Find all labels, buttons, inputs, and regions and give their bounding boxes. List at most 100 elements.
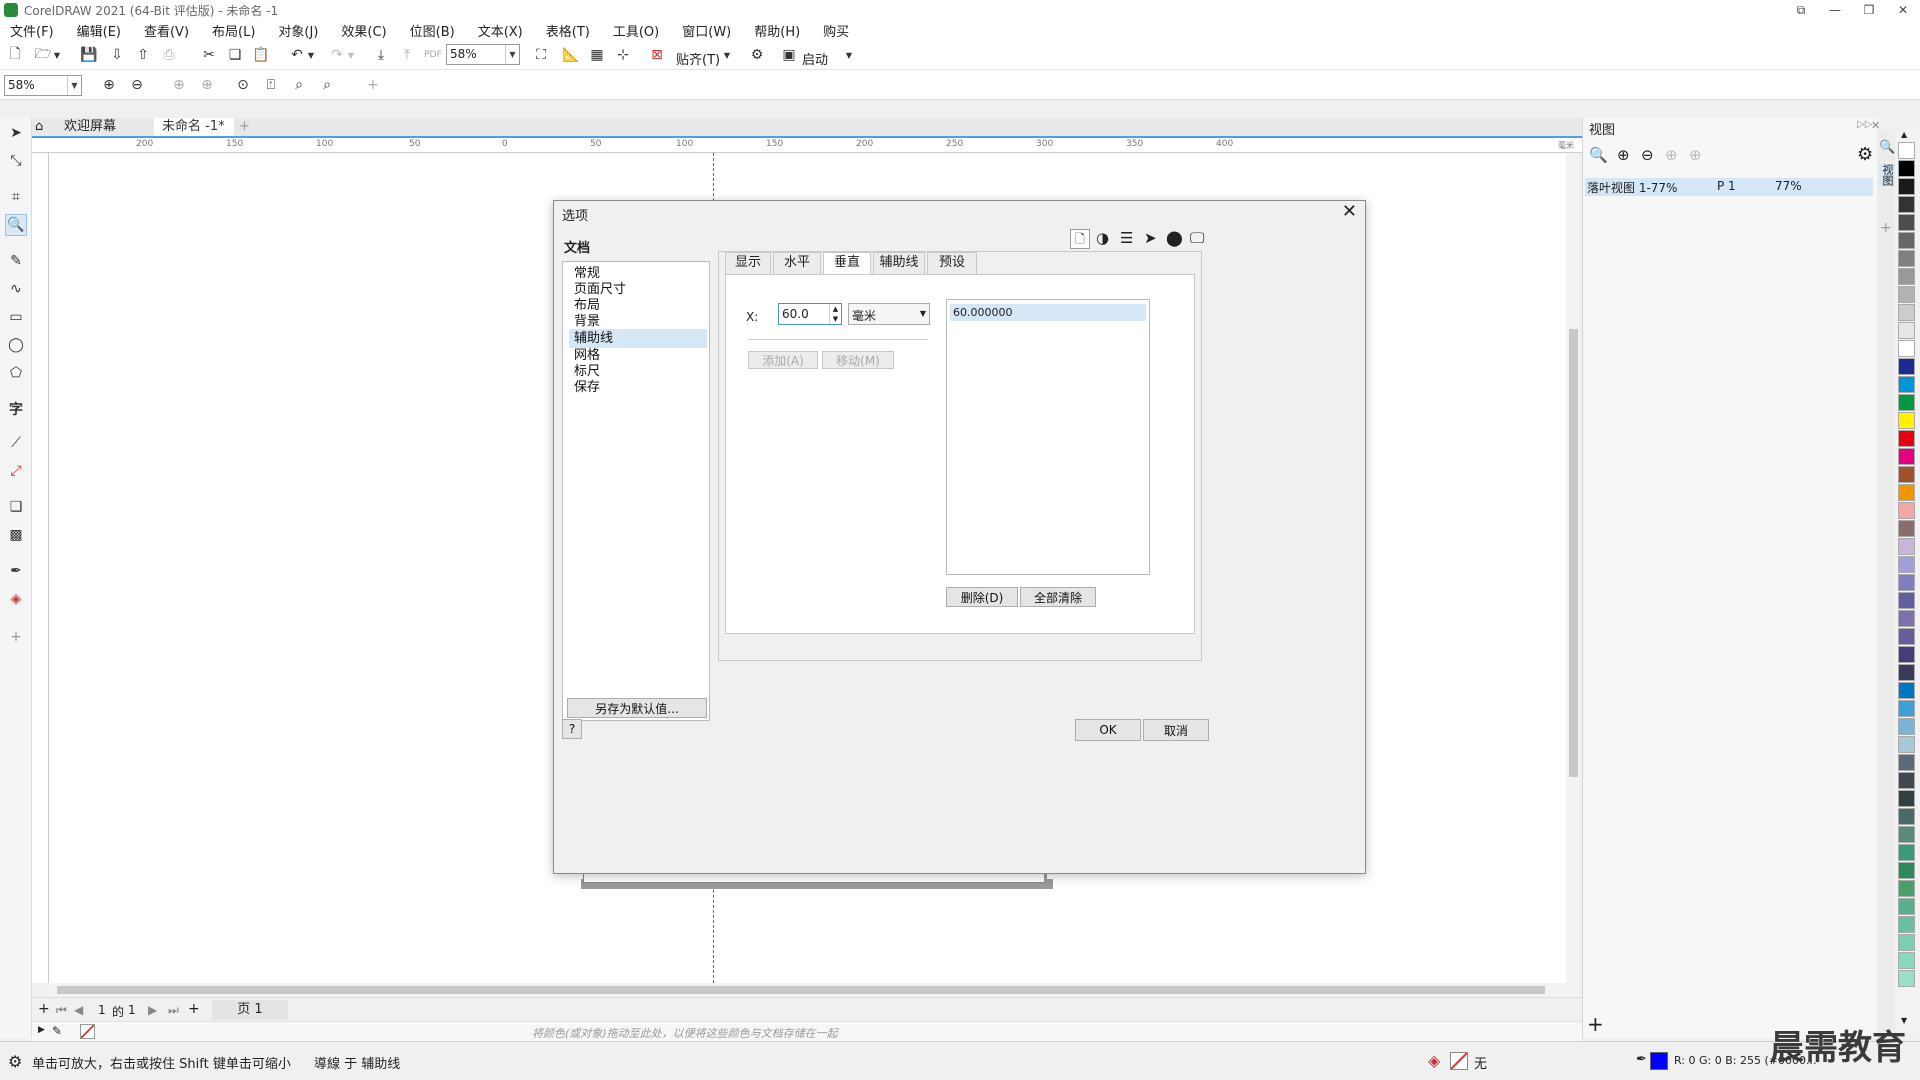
palette-swatch[interactable] [1898,592,1915,609]
save-as-default-button[interactable]: 另存为默认值... [567,698,707,718]
menu-buy[interactable]: 购买 [823,21,849,40]
zoom-page-width-icon[interactable]: ⍐ [260,74,282,96]
palette-swatch[interactable] [1898,484,1915,501]
page-tab[interactable]: 页 1 [212,1000,288,1020]
palette-swatch[interactable] [1898,538,1915,555]
next-page-icon[interactable]: ▶ [148,1003,157,1017]
palette-swatch[interactable] [1898,160,1915,177]
snap-dropdown-icon[interactable]: ▼ [722,44,732,66]
docker-zoom-icon[interactable]: 🔍 [1589,146,1608,164]
open-folder-icon[interactable]: 🗁 [32,44,54,66]
chevron-down-icon[interactable]: ▼ [920,309,926,318]
pdf-icon[interactable]: PDF [422,44,444,66]
menu-help[interactable]: 帮助(H) [754,21,800,40]
tab-vertical[interactable]: 垂直 [823,252,871,275]
zoom-tool-icon[interactable]: 🔍 [5,214,27,236]
pick-tool-icon[interactable]: ➤ [5,122,27,144]
side-add-tab-icon[interactable]: + [1880,220,1892,236]
guide-list-item[interactable]: 60.000000 [950,304,1146,321]
palette-swatch[interactable] [1898,196,1915,213]
help-button[interactable]: ? [562,719,582,739]
vertical-scroll-thumb[interactable] [1569,329,1578,777]
save-icon[interactable]: 💾 [78,44,100,66]
eyedropper-icon[interactable]: ✎ [52,1024,62,1038]
palette-swatch[interactable] [1898,916,1915,933]
docker-zoom-selected-icon[interactable]: ⊕ [1665,146,1678,164]
global-category-icon[interactable]: ⬤ [1166,229,1183,247]
undo-dropdown-icon[interactable]: ▼ [306,44,316,66]
parallel-dimension-icon[interactable]: ⟋ [5,432,27,454]
palette-swatch[interactable] [1898,142,1915,159]
ellipse-tool-icon[interactable]: ◯ [5,334,27,356]
palette-swatch[interactable] [1898,682,1915,699]
vertical-scrollbar[interactable] [1566,153,1580,983]
palette-swatch[interactable] [1898,556,1915,573]
add-page-icon[interactable]: + [38,1001,50,1017]
help-window-icon[interactable]: ⧉ [1784,0,1818,20]
chevron-down-icon[interactable]: ▼ [505,45,519,64]
no-color-swatch[interactable] [80,1024,95,1039]
polygon-tool-icon[interactable]: ⬠ [5,362,27,384]
palette-scroll-up-icon[interactable]: ▲ [1901,130,1907,139]
customization-category-icon[interactable]: ☰ [1120,229,1133,247]
menu-table[interactable]: 表格(T) [546,21,590,40]
tab-document[interactable]: 未命名 -1* [154,118,234,136]
view-list-item[interactable]: 落叶视图 1-77% P 1 77% [1585,178,1873,196]
palette-swatch[interactable] [1898,268,1915,285]
menu-tools[interactable]: 工具(O) [613,21,659,40]
paste-icon[interactable]: 📋 [250,44,272,66]
rectangle-tool-icon[interactable]: ▭ [5,306,27,328]
launch-menu[interactable]: 启动 [802,49,828,68]
home-icon[interactable]: ⌂ [32,118,50,136]
palette-swatch[interactable] [1898,394,1915,411]
add-view-icon[interactable]: + [1587,1012,1604,1036]
palette-swatch[interactable] [1898,178,1915,195]
new-document-icon[interactable]: 🗋 [4,44,26,66]
palette-swatch[interactable] [1898,880,1915,897]
artistic-media-icon[interactable]: ∿ [5,278,27,300]
zoom-page-icon[interactable]: ⊙ [232,74,254,96]
x-value-input[interactable]: 60.0 ▲ ▼ [778,303,842,325]
connector-tool-icon[interactable]: ⤢ [5,460,27,482]
zoom-fit-icon[interactable]: ⌕ [316,74,338,96]
show-rulers-icon[interactable]: 📐 [560,44,582,66]
drop-shadow-icon[interactable]: ❑ [5,496,27,518]
zoom-all-objects-icon[interactable]: ⊕ [196,74,218,96]
palette-swatch[interactable] [1898,718,1915,735]
cloud-upload-icon[interactable]: ⇧ [132,44,154,66]
outline-pen-icon[interactable]: ✒ [1636,1052,1647,1067]
palette-swatch[interactable] [1898,754,1915,771]
tree-item-save[interactable]: 保存 [569,378,707,397]
launch-app-icon[interactable]: ▣ [778,44,800,66]
zoom-in-icon[interactable]: ⊕ [98,74,120,96]
text-tool-icon[interactable]: 字 [5,398,27,420]
palette-swatch[interactable] [1898,574,1915,591]
undo-icon[interactable]: ↶ [286,44,308,66]
palette-swatch[interactable] [1898,520,1915,537]
zoom-level-combo[interactable]: 58% ▼ [446,44,520,65]
freehand-tool-icon[interactable]: ✎ [5,250,27,272]
add-page-after-icon[interactable]: + [188,1001,200,1017]
menu-object[interactable]: 对象(J) [278,21,318,40]
tab-horizontal[interactable]: 水平 [773,252,821,274]
docker-zoom-out-icon[interactable]: ⊖ [1641,146,1654,164]
palette-swatch[interactable] [1898,808,1915,825]
cancel-button[interactable]: 取消 [1143,719,1209,741]
crop-tool-icon[interactable]: ⌗ [5,186,27,208]
zoom-property-combo[interactable]: 58% ▼ [4,75,82,96]
palette-swatch[interactable] [1898,502,1915,519]
menu-effects[interactable]: 效果(C) [341,21,386,40]
palette-swatch[interactable] [1898,772,1915,789]
zoom-selected-icon[interactable]: ⊕ [168,74,190,96]
palette-swatch[interactable] [1898,970,1915,987]
tab-welcome-screen[interactable]: 欢迎屏幕 [56,118,154,136]
unit-select[interactable]: 毫米 ▼ [848,303,930,325]
options-gear-icon[interactable]: ⚙ [746,44,768,66]
palette-swatch[interactable] [1898,898,1915,915]
docker-settings-gear-icon[interactable]: ⚙ [1857,144,1873,165]
chevron-down-icon[interactable]: ▼ [67,76,81,95]
copy-icon[interactable]: ❏ [224,44,246,66]
move-guide-button[interactable]: 移动(M) [822,351,894,369]
cut-icon[interactable]: ✂ [198,44,220,66]
print-icon[interactable]: ⎙ [158,44,180,66]
